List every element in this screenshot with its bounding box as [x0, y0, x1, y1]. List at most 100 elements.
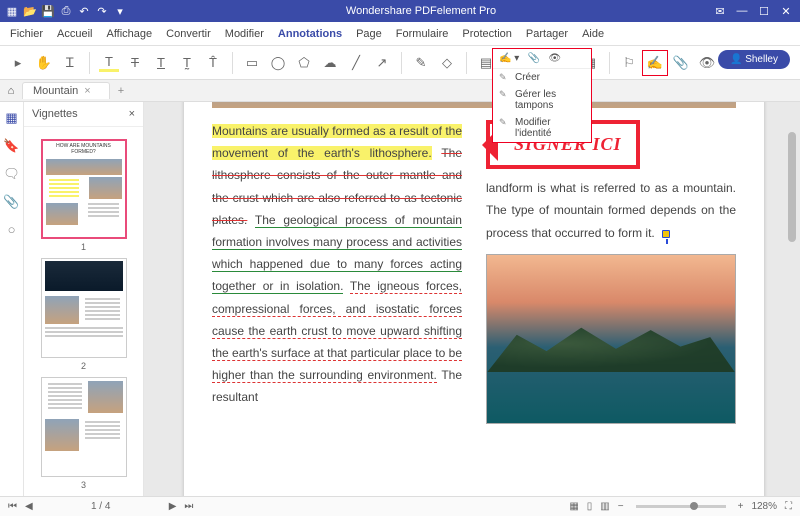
hide-annotations-tool[interactable]: 👁	[697, 53, 717, 73]
right-column: SIGNER ICI landform is what is referred …	[486, 120, 736, 492]
fullscreen-button[interactable]: ⛶	[785, 501, 792, 512]
pushpin-icon[interactable]	[662, 230, 670, 238]
thumbnail-3[interactable]	[41, 377, 127, 477]
annotation-toolbar: ▸ ✋ Ꮖ T T T T̰ T̂ ▭ ◯ ⬠ ☁ ╱ ↗ ✎ ◇ ▤ T ⊟ …	[0, 46, 800, 80]
page-indicator[interactable]: 1 / 4	[91, 501, 110, 512]
panel-title: Vignettes	[32, 108, 78, 120]
last-page-button[interactable]: ⏭	[184, 501, 193, 512]
prev-page-button[interactable]: ◀	[25, 501, 33, 512]
menu-page[interactable]: Page	[356, 28, 382, 40]
thumbnail-2[interactable]	[41, 258, 127, 358]
menu-affichage[interactable]: Affichage	[106, 28, 152, 40]
menu-accueil[interactable]: Accueil	[57, 28, 92, 40]
cloud-tool[interactable]: ☁	[320, 53, 340, 73]
undo-icon[interactable]: ↶	[78, 5, 90, 17]
view-continuous-icon[interactable]: ▥	[600, 501, 609, 512]
thumbnail-1[interactable]: HOW ARE MOUNTAINS FORMED?	[41, 139, 127, 239]
panel-close-icon[interactable]: ×	[129, 108, 135, 120]
arrow-tool[interactable]: ↗	[372, 53, 392, 73]
attachments-icon[interactable]: 📎	[3, 194, 19, 210]
menu-fichier[interactable]: Fichier	[10, 28, 43, 40]
close-button[interactable]: ✕	[776, 5, 796, 18]
first-page-button[interactable]: ⏮	[8, 501, 17, 512]
document-canvas[interactable]: Mountains are usually formed as a result…	[144, 102, 800, 516]
signature-dropdown: ✍ ▾ 📎 👁 Créer Gérer les tampons Modifier…	[492, 48, 592, 143]
menu-modifier[interactable]: Modifier	[225, 28, 264, 40]
page-view: Mountains are usually formed as a result…	[184, 102, 764, 512]
paragraph-text: landform is what is referred to as a mou…	[486, 181, 736, 239]
menu-formulaire[interactable]: Formulaire	[396, 28, 449, 40]
menu-convertir[interactable]: Convertir	[166, 28, 211, 40]
rectangle-tool[interactable]: ▭	[242, 53, 262, 73]
print-icon[interactable]: ⎙	[60, 5, 72, 17]
page-banner-image	[212, 102, 736, 108]
squiggly-tool[interactable]: T̰	[177, 53, 197, 73]
add-tab-button[interactable]: +	[110, 85, 132, 97]
menu-protection[interactable]: Protection	[462, 28, 512, 40]
menubar: Fichier Accueil Affichage Convertir Modi…	[0, 22, 800, 46]
vertical-scrollbar[interactable]	[788, 132, 796, 242]
menu-item-create[interactable]: Créer	[493, 69, 591, 86]
dropdown-header: ✍ ▾ 📎 👁	[493, 49, 591, 69]
menu-annotations[interactable]: Annotations	[278, 28, 342, 40]
titlebar: ▦ 📂 💾 ⎙ ↶ ↷ ▾ Wondershare PDFelement Pro…	[0, 0, 800, 22]
comments-icon[interactable]: 🗨	[3, 166, 20, 182]
zoom-slider[interactable]	[636, 505, 726, 508]
thumbnails-list[interactable]: HOW ARE MOUNTAINS FORMED? 1	[24, 127, 143, 516]
redo-icon[interactable]: ↷	[96, 5, 108, 17]
zoom-out-button[interactable]: −	[618, 501, 624, 512]
text-select-tool[interactable]: Ꮖ	[60, 53, 80, 73]
tab-label: Mountain	[33, 85, 78, 97]
caret-tool[interactable]: T̂	[203, 53, 223, 73]
thumbnails-panel: Vignettes × HOW ARE MOUNTAINS FORMED? 1	[24, 102, 144, 516]
save-icon[interactable]: 💾	[42, 5, 54, 17]
pencil-tool[interactable]: ✎	[411, 53, 431, 73]
zoom-value[interactable]: 128%	[751, 501, 777, 512]
view-single-icon[interactable]: ▯	[587, 501, 593, 512]
highlight-tool[interactable]: T	[99, 54, 119, 72]
eraser-tool[interactable]: ◇	[437, 53, 457, 73]
underline-tool[interactable]: T	[151, 53, 171, 73]
quick-access: ▦ 📂 💾 ⎙ ↶ ↷ ▾	[0, 5, 132, 17]
strikethrough-tool[interactable]: T	[125, 53, 145, 73]
status-bar: ⏮ ◀ 1 / 4 ▶ ⏭ ▦ ▯ ▥ − + 128% ⛶	[0, 496, 800, 516]
menu-partager[interactable]: Partager	[526, 28, 568, 40]
thumbnails-icon[interactable]: ▦	[5, 110, 17, 126]
next-page-button[interactable]: ▶	[169, 501, 177, 512]
app-icon: ▦	[6, 5, 18, 17]
signature-tool[interactable]: ✍	[645, 53, 665, 73]
select-tool[interactable]: ▸	[8, 53, 28, 73]
left-column: Mountains are usually formed as a result…	[212, 120, 462, 492]
home-tab-icon[interactable]: ⌂	[0, 85, 22, 97]
highlighted-text[interactable]: Mountains are usually formed as a result…	[212, 124, 462, 160]
side-rail: ▦ 🔖 🗨 📎 ○	[0, 102, 24, 516]
search-rail-icon[interactable]: ○	[8, 222, 16, 237]
menu-aide[interactable]: Aide	[582, 28, 604, 40]
stamp-tool[interactable]: ⚐	[619, 53, 639, 73]
page-number-1: 1	[41, 242, 127, 252]
polygon-tool[interactable]: ⬠	[294, 53, 314, 73]
app-title: Wondershare PDFelement Pro	[132, 5, 710, 17]
underlined-red-text[interactable]: The igneous forces, compressional forces…	[212, 279, 462, 383]
document-tab[interactable]: Mountain ×	[22, 82, 110, 99]
mountain-photo	[486, 254, 736, 424]
user-pill[interactable]: 👤 Shelley	[718, 50, 790, 69]
window-controls: ✉ — ☐ ✕	[710, 5, 800, 18]
zoom-in-button[interactable]: +	[738, 501, 744, 512]
attachment-tool[interactable]: 📎	[671, 53, 691, 73]
line-tool[interactable]: ╱	[346, 53, 366, 73]
minimize-button[interactable]: —	[732, 5, 752, 18]
oval-tool[interactable]: ◯	[268, 53, 288, 73]
menu-item-manage-stamps[interactable]: Gérer les tampons	[493, 86, 591, 114]
mail-icon[interactable]: ✉	[710, 5, 730, 18]
page-number-2: 2	[41, 361, 127, 371]
document-tabs: ⌂ Mountain × +	[0, 80, 800, 102]
open-icon[interactable]: 📂	[24, 5, 36, 17]
bookmarks-icon[interactable]: 🔖	[3, 138, 19, 154]
dropdown-icon[interactable]: ▾	[114, 5, 126, 17]
menu-item-edit-identity[interactable]: Modifier l'identité	[493, 114, 591, 142]
maximize-button[interactable]: ☐	[754, 5, 774, 18]
hand-tool[interactable]: ✋	[34, 53, 54, 73]
view-mode-icon[interactable]: ▦	[569, 501, 578, 512]
tab-close-icon[interactable]: ×	[84, 85, 90, 97]
